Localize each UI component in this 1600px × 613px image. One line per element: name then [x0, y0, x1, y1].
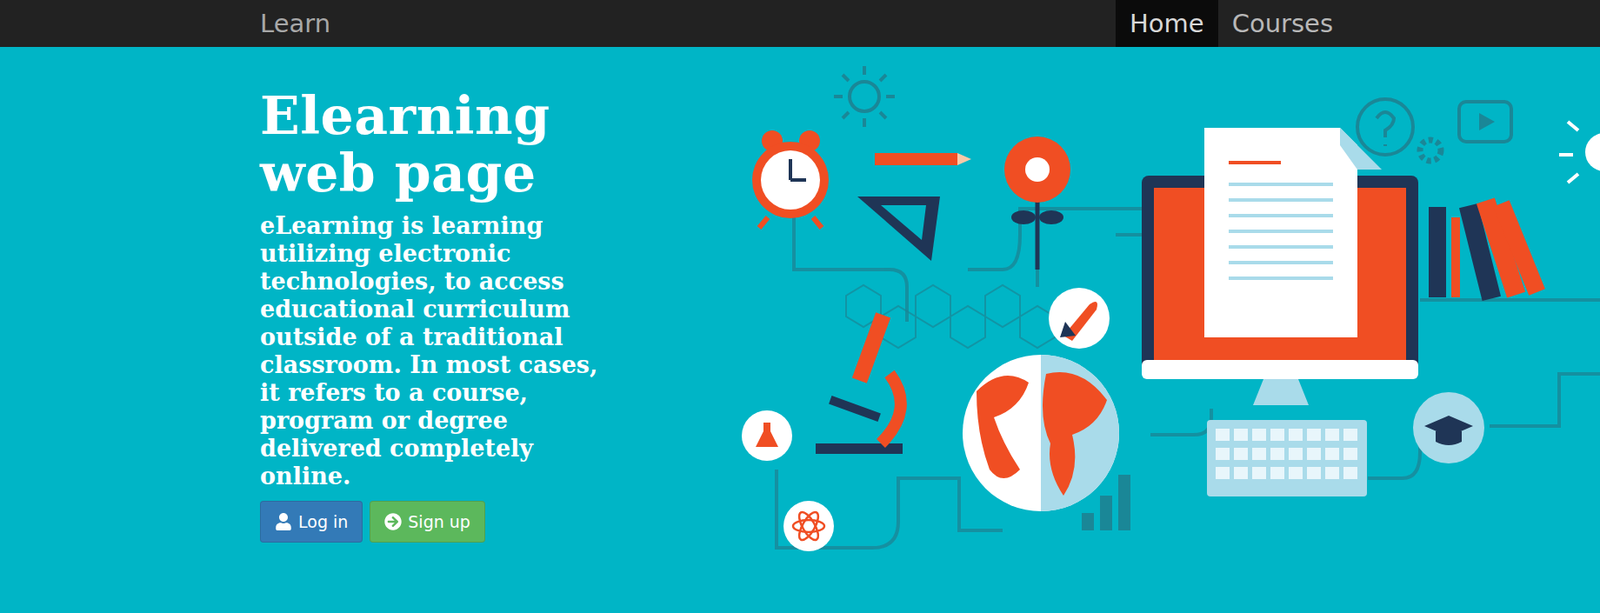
microscope-icon [815, 312, 903, 454]
hero: Elearning web pageeLearning is learning … [0, 46, 1600, 613]
hero-title: Elearning web page [260, 86, 608, 202]
flower-icon [1004, 136, 1071, 270]
navbar: Learn HomeCourses [0, 0, 1600, 47]
clock-icon [752, 130, 829, 228]
hero-text: Elearning web pageeLearning is learning … [260, 46, 608, 543]
graduation-icon [1413, 392, 1485, 464]
document-icon [1141, 127, 1419, 376]
books-icon [1428, 197, 1546, 301]
nav-link[interactable]: Home [1115, 0, 1219, 47]
ruler-icon [857, 196, 940, 261]
pencil-icon [874, 153, 972, 166]
nav-links: HomeCourses [1115, 0, 1347, 47]
nav-link[interactable]: Courses [1218, 0, 1347, 47]
user-icon [274, 513, 293, 531]
bar-chart-icon [1081, 474, 1131, 531]
atom-icon [783, 500, 834, 552]
sun-icon [833, 66, 895, 127]
video-icon [1459, 101, 1512, 142]
help-icon [1357, 99, 1414, 155]
gear-icon [1420, 140, 1441, 161]
illustration [741, 60, 1600, 566]
page: Learn HomeCourses Elearning web pageeLearn… [0, 0, 1600, 613]
signup-button[interactable]: Sign up [369, 500, 486, 543]
globe-icon [962, 354, 1120, 512]
flask-icon [741, 410, 793, 461]
rocket-icon [1048, 287, 1110, 349]
hero-description: eLearning is learning utilizing electron… [260, 212, 608, 491]
login-button[interactable]: Log in [260, 500, 363, 543]
brand-link[interactable]: Learn [260, 0, 331, 47]
button-row: Log inSign up [260, 500, 608, 543]
keyboard-icon [1206, 420, 1367, 497]
arrow-circle-icon [384, 513, 402, 531]
elearning-illustration [741, 60, 1600, 566]
